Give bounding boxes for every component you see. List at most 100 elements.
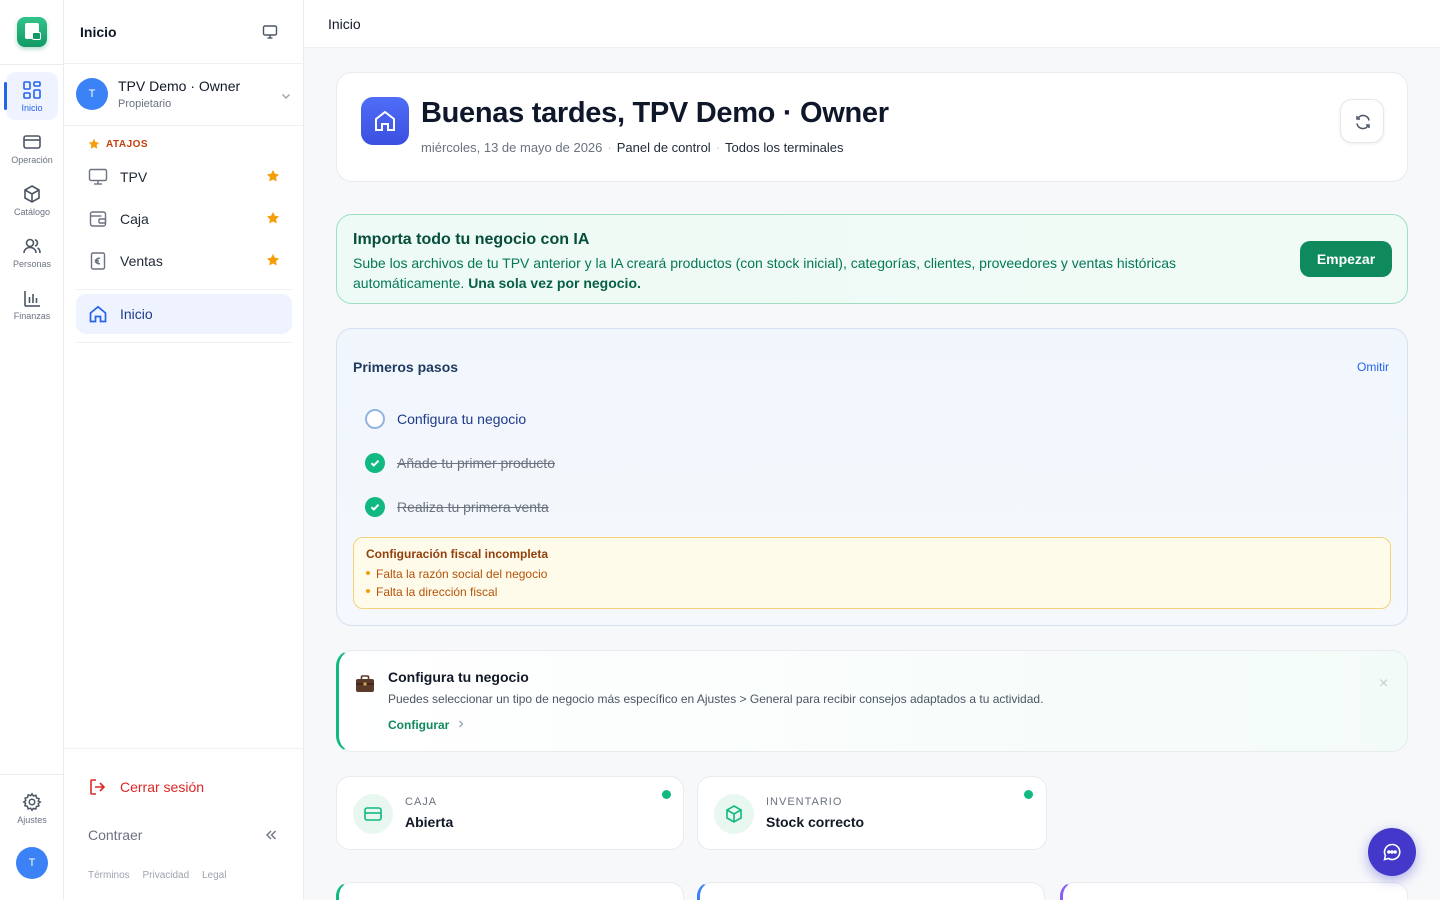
avatar[interactable]: T xyxy=(16,847,48,879)
divider xyxy=(76,289,292,290)
star-icon[interactable] xyxy=(266,169,280,183)
step-item[interactable]: Configura tu negocio xyxy=(365,407,765,431)
users-icon xyxy=(23,238,41,254)
rail-item-label: Finanzas xyxy=(13,311,51,321)
ai-banner-title: Importa todo tu negocio con IA xyxy=(353,231,590,248)
close-icon[interactable]: × xyxy=(1379,675,1388,693)
terms-link[interactable]: Términos xyxy=(88,870,130,881)
terminals-label: Todos los terminales xyxy=(725,140,844,155)
fiscal-warning-item: Falta la razón social del negocio xyxy=(366,567,547,581)
status-dot xyxy=(662,790,671,799)
greeting-subtitle: miércoles, 13 de mayo de 2026 · Panel de c… xyxy=(421,140,844,155)
summary-card[interactable] xyxy=(336,882,684,900)
monitor-icon xyxy=(88,168,108,185)
stat-label: CAJA xyxy=(405,796,438,808)
rail-item-personas[interactable]: Personas xyxy=(6,228,58,276)
sidebar-item-label: Caja xyxy=(120,211,149,227)
star-icon[interactable] xyxy=(266,253,280,267)
logout-button[interactable]: Cerrar sesión xyxy=(120,779,204,795)
stat-value: Abierta xyxy=(405,814,454,830)
card-icon xyxy=(23,135,41,149)
step-item[interactable]: Añade tu primer producto xyxy=(365,451,765,475)
rail-item-ajustes[interactable]: Ajustes xyxy=(6,784,58,832)
fiscal-warning-item: Falta la dirección fiscal xyxy=(366,585,497,599)
stat-value: Stock correcto xyxy=(766,814,865,830)
cash-status-card[interactable]: CAJA Abierta xyxy=(336,776,684,850)
top-bar: Inicio xyxy=(304,0,1440,48)
legal-link[interactable]: Legal xyxy=(202,870,226,881)
rail-item-inicio[interactable]: Inicio xyxy=(4,72,58,120)
status-dot xyxy=(1024,790,1033,799)
rail-item-operacion[interactable]: Operación xyxy=(6,124,58,172)
tip-text: Puedes seleccionar un tipo de negocio má… xyxy=(388,692,1044,706)
icon-rail: Inicio Operación Catálogo Personas Finan… xyxy=(0,0,64,900)
sidebar-item-ventas[interactable]: Ventas xyxy=(76,241,292,281)
briefcase-icon xyxy=(356,675,374,692)
greeting-title: Buenas tardes, TPV Demo · Owner xyxy=(421,97,889,129)
rail-item-label: Operación xyxy=(11,155,53,165)
inventory-status-card[interactable]: INVENTARIO Stock correcto xyxy=(697,776,1047,850)
summary-card[interactable] xyxy=(1060,882,1408,900)
sidebar-item-caja[interactable]: Caja xyxy=(76,199,292,239)
step-item[interactable]: Realiza tu primera venta xyxy=(365,495,765,519)
logout-icon[interactable] xyxy=(88,777,108,797)
chat-button[interactable] xyxy=(1368,828,1416,876)
business-tip-card: Configura tu negocio Puedes seleccionar … xyxy=(336,650,1408,752)
step-label: Realiza tu primera venta xyxy=(397,499,549,515)
chat-icon xyxy=(1383,843,1401,861)
box-icon xyxy=(714,794,754,834)
chevron-right-icon xyxy=(458,720,464,728)
ai-banner-text: Sube los archivos de tu TPV anterior y l… xyxy=(353,255,1177,291)
page-title: Inicio xyxy=(328,16,361,32)
sidebar-item-label: Inicio xyxy=(120,306,153,322)
star-icon xyxy=(88,138,100,149)
check-icon xyxy=(365,497,385,517)
rail-item-catalogo[interactable]: Catálogo xyxy=(6,176,58,224)
shortcuts-section-label: ATAJOS xyxy=(106,139,149,150)
sidebar: Inicio T TPV Demo · Owner Propietario AT… xyxy=(64,0,304,900)
current-date: miércoles, 13 de mayo de 2026 xyxy=(421,140,603,155)
summary-card[interactable] xyxy=(697,882,1045,900)
configure-link[interactable]: Configurar xyxy=(388,718,465,732)
card-icon xyxy=(353,794,393,834)
rail-item-label: Catálogo xyxy=(13,207,51,217)
box-icon xyxy=(24,185,40,203)
star-icon[interactable] xyxy=(266,211,280,225)
user-switcher[interactable]: T TPV Demo · Owner Propietario xyxy=(64,64,304,126)
tip-title: Configura tu negocio xyxy=(388,669,529,685)
rail-divider xyxy=(0,774,64,775)
step-label: Configura tu negocio xyxy=(397,411,527,427)
steps-title: Primeros pasos xyxy=(353,359,459,375)
grid-icon xyxy=(23,81,41,99)
rail-item-label: Personas xyxy=(12,259,52,269)
fiscal-warning: Configuración fiscal incompleta Falta la… xyxy=(353,537,1391,609)
refresh-button[interactable] xyxy=(1340,99,1384,143)
collapse-button[interactable]: Contraer xyxy=(88,827,142,843)
bars-icon xyxy=(24,291,40,307)
chevrons-left-icon[interactable] xyxy=(264,828,278,842)
gear-icon xyxy=(22,792,42,812)
footer-links: Términos Privacidad Legal xyxy=(88,870,236,881)
start-button[interactable]: Empezar xyxy=(1300,241,1392,277)
rail-item-finanzas[interactable]: Finanzas xyxy=(6,280,58,328)
sidebar-item-tpv[interactable]: TPV xyxy=(76,157,292,197)
sidebar-header: Inicio xyxy=(64,0,304,64)
privacy-link[interactable]: Privacidad xyxy=(142,870,189,881)
monitor-icon[interactable] xyxy=(262,24,278,40)
greeting-card: Buenas tardes, TPV Demo · Owner miércole… xyxy=(336,72,1408,182)
sidebar-item-inicio[interactable]: Inicio xyxy=(76,294,292,334)
divider xyxy=(64,748,304,749)
home-icon xyxy=(361,97,409,145)
sidebar-item-label: TPV xyxy=(120,169,148,185)
rail-divider xyxy=(0,64,64,65)
rail-item-label: Inicio xyxy=(21,103,43,113)
fiscal-warning-title: Configuración fiscal incompleta xyxy=(366,547,549,561)
euro-receipt-icon xyxy=(90,252,106,270)
refresh-icon xyxy=(1356,114,1370,130)
wallet-icon xyxy=(89,211,107,227)
stat-label: INVENTARIO xyxy=(766,796,843,808)
skip-button[interactable]: Omitir xyxy=(1357,360,1389,374)
sidebar-title: Inicio xyxy=(80,24,117,40)
ai-import-banner: Importa todo tu negocio con IA Sube los … xyxy=(336,214,1408,304)
app-logo[interactable] xyxy=(17,17,47,47)
